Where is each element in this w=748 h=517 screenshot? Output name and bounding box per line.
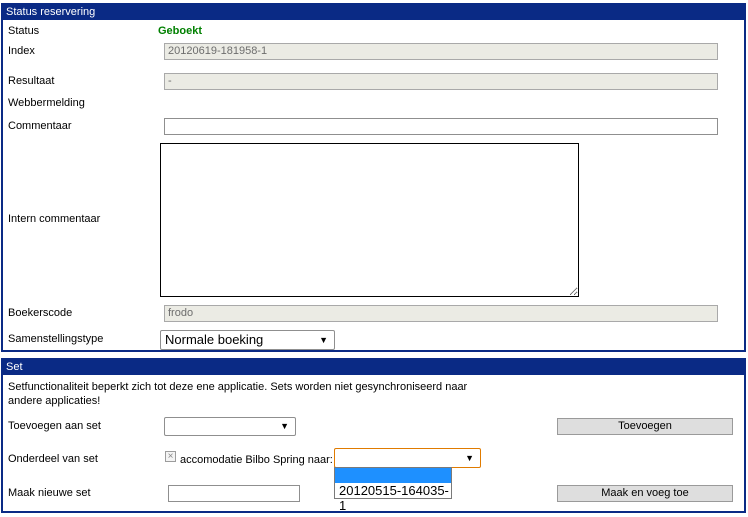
chevron-down-icon: ▼ bbox=[280, 421, 289, 431]
commentaar-input[interactable] bbox=[164, 118, 718, 135]
boekerscode-label: Boekerscode bbox=[8, 307, 73, 319]
commentaar-label: Commentaar bbox=[8, 120, 72, 132]
chevron-down-icon: ▼ bbox=[319, 335, 328, 345]
status-panel: Status reservering Status Geboekt Index … bbox=[1, 3, 746, 352]
set-info-line1: Setfunctionaliteit beperkt zich tot deze… bbox=[8, 381, 468, 393]
samenstellingstype-select[interactable]: Normale boeking ▼ bbox=[160, 330, 335, 350]
dropdown-option[interactable] bbox=[335, 468, 451, 483]
index-field: 20120619-181958-1 bbox=[164, 43, 718, 60]
maak-en-voeg-toe-button[interactable]: Maak en voeg toe bbox=[557, 485, 733, 502]
set-panel: Set Setfunctionaliteit beperkt zich tot … bbox=[1, 358, 746, 513]
status-label: Status bbox=[8, 25, 40, 37]
chevron-down-icon: ▼ bbox=[465, 453, 474, 463]
samenstellingstype-value: Normale boeking bbox=[165, 332, 264, 347]
onderdeel-van-set-label: Onderdeel van set bbox=[8, 453, 98, 465]
maak-nieuwe-set-label: Maak nieuwe set bbox=[8, 487, 91, 499]
boekerscode-field: frodo bbox=[164, 305, 718, 322]
webbermelding-label: Webbermelding bbox=[8, 97, 85, 109]
intern-commentaar-label: Intern commentaar bbox=[8, 213, 101, 225]
toevoegen-aan-set-select[interactable]: ▼ bbox=[164, 417, 296, 436]
onderdeel-set-dropdown: 20120515-164035-1 bbox=[334, 467, 452, 513]
index-label: Index bbox=[8, 45, 35, 57]
status-value: Geboekt bbox=[158, 25, 203, 37]
toevoegen-aan-set-label: Toevoegen aan set bbox=[8, 420, 101, 432]
set-panel-title: Set bbox=[3, 360, 744, 375]
resultaat-field: - bbox=[164, 73, 718, 90]
onderdeel-checkbox[interactable]: × bbox=[165, 451, 176, 462]
dropdown-option[interactable]: 20120515-164035-1 bbox=[335, 483, 451, 513]
samenstellingstype-label: Samenstellingstype bbox=[8, 333, 104, 345]
set-info-line2: andere applicaties! bbox=[8, 395, 101, 407]
onderdeel-set-select[interactable]: ▼ bbox=[334, 448, 481, 468]
toevoegen-button[interactable]: Toevoegen bbox=[557, 418, 733, 435]
resultaat-label: Resultaat bbox=[8, 75, 55, 87]
intern-commentaar-textarea[interactable] bbox=[160, 143, 579, 297]
status-panel-title: Status reservering bbox=[3, 5, 744, 20]
nieuwe-set-input[interactable] bbox=[168, 485, 300, 502]
onderdeel-checkbox-label: accomodatie Bilbo Spring naar: bbox=[180, 454, 333, 466]
